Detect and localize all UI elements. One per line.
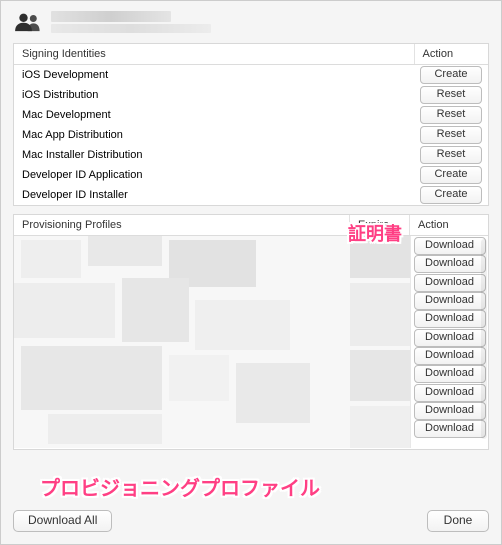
signing-action-cell: Reset [414,145,488,165]
table-row: Mac Installer Distribution Reset [14,145,488,165]
list-item: Download [413,402,486,420]
list-item: Download [413,328,486,346]
list-item: Download [413,383,486,401]
account-header [1,1,501,41]
table-row: Developer ID Installer Create [14,185,488,205]
download-all-button[interactable]: Download All [13,510,112,532]
download-button[interactable]: Download [414,237,486,255]
list-item: Download [413,347,486,365]
signing-action-cell: Reset [414,105,488,125]
provisioning-profiles-panel: Provisioning Profiles Expires Action [13,214,489,450]
create-button[interactable]: Create [420,186,482,204]
provisioning-header-expires: Expires [350,215,410,235]
provisioning-expires-area [350,236,410,448]
reset-button[interactable]: Reset [420,106,482,124]
signing-identity-name: iOS Development [14,65,414,86]
provisioning-header-name: Provisioning Profiles [14,215,350,235]
list-item: Download [413,310,486,328]
scrollbar[interactable] [481,239,487,439]
table-row: iOS Distribution Reset [14,85,488,105]
list-item: Download [413,365,486,383]
download-button[interactable]: Download [414,274,486,292]
download-button[interactable]: Download [414,329,486,347]
done-button[interactable]: Done [427,510,489,532]
signing-identity-name: Developer ID Application [14,165,414,185]
provisioning-names-area [14,236,350,448]
team-icon [13,11,41,33]
list-item: Download [413,255,486,273]
signing-identity-name: Mac Installer Distribution [14,145,414,165]
signing-action-cell: Create [414,165,488,185]
download-button[interactable]: Download [414,310,486,328]
signing-identity-name: Developer ID Installer [14,185,414,205]
signing-header-action: Action [414,44,488,65]
provisioning-header-action: Action [410,215,488,235]
signing-identity-name: Mac App Distribution [14,125,414,145]
download-button[interactable]: Download [414,384,486,402]
table-row: Developer ID Application Create [14,165,488,185]
create-button[interactable]: Create [420,66,482,84]
reset-button[interactable]: Reset [420,126,482,144]
account-email [51,24,211,33]
list-item: Download [413,420,486,438]
download-button[interactable]: Download [414,255,486,273]
list-item: Download [413,274,486,292]
signing-action-cell: Create [414,65,488,86]
signing-action-cell: Reset [414,125,488,145]
download-button[interactable]: Download [414,402,486,420]
signing-action-cell: Create [414,185,488,205]
account-name [51,11,171,22]
download-button[interactable]: Download [414,420,486,438]
signing-action-cell: Reset [414,85,488,105]
signing-identity-name: Mac Development [14,105,414,125]
download-button[interactable]: Download [414,347,486,365]
table-row: Mac Development Reset [14,105,488,125]
table-row: Mac App Distribution Reset [14,125,488,145]
reset-button[interactable]: Reset [420,146,482,164]
table-row: iOS Development Create [14,65,488,86]
list-item: Download [413,237,486,255]
download-button[interactable]: Download [414,365,486,383]
signing-identities-panel: Signing Identities Action iOS Developmen… [13,43,489,206]
signing-header-identity: Signing Identities [14,44,414,65]
signing-identity-name: iOS Distribution [14,85,414,105]
reset-button[interactable]: Reset [420,86,482,104]
list-item: Download [413,292,486,310]
download-button[interactable]: Download [414,292,486,310]
create-button[interactable]: Create [420,166,482,184]
